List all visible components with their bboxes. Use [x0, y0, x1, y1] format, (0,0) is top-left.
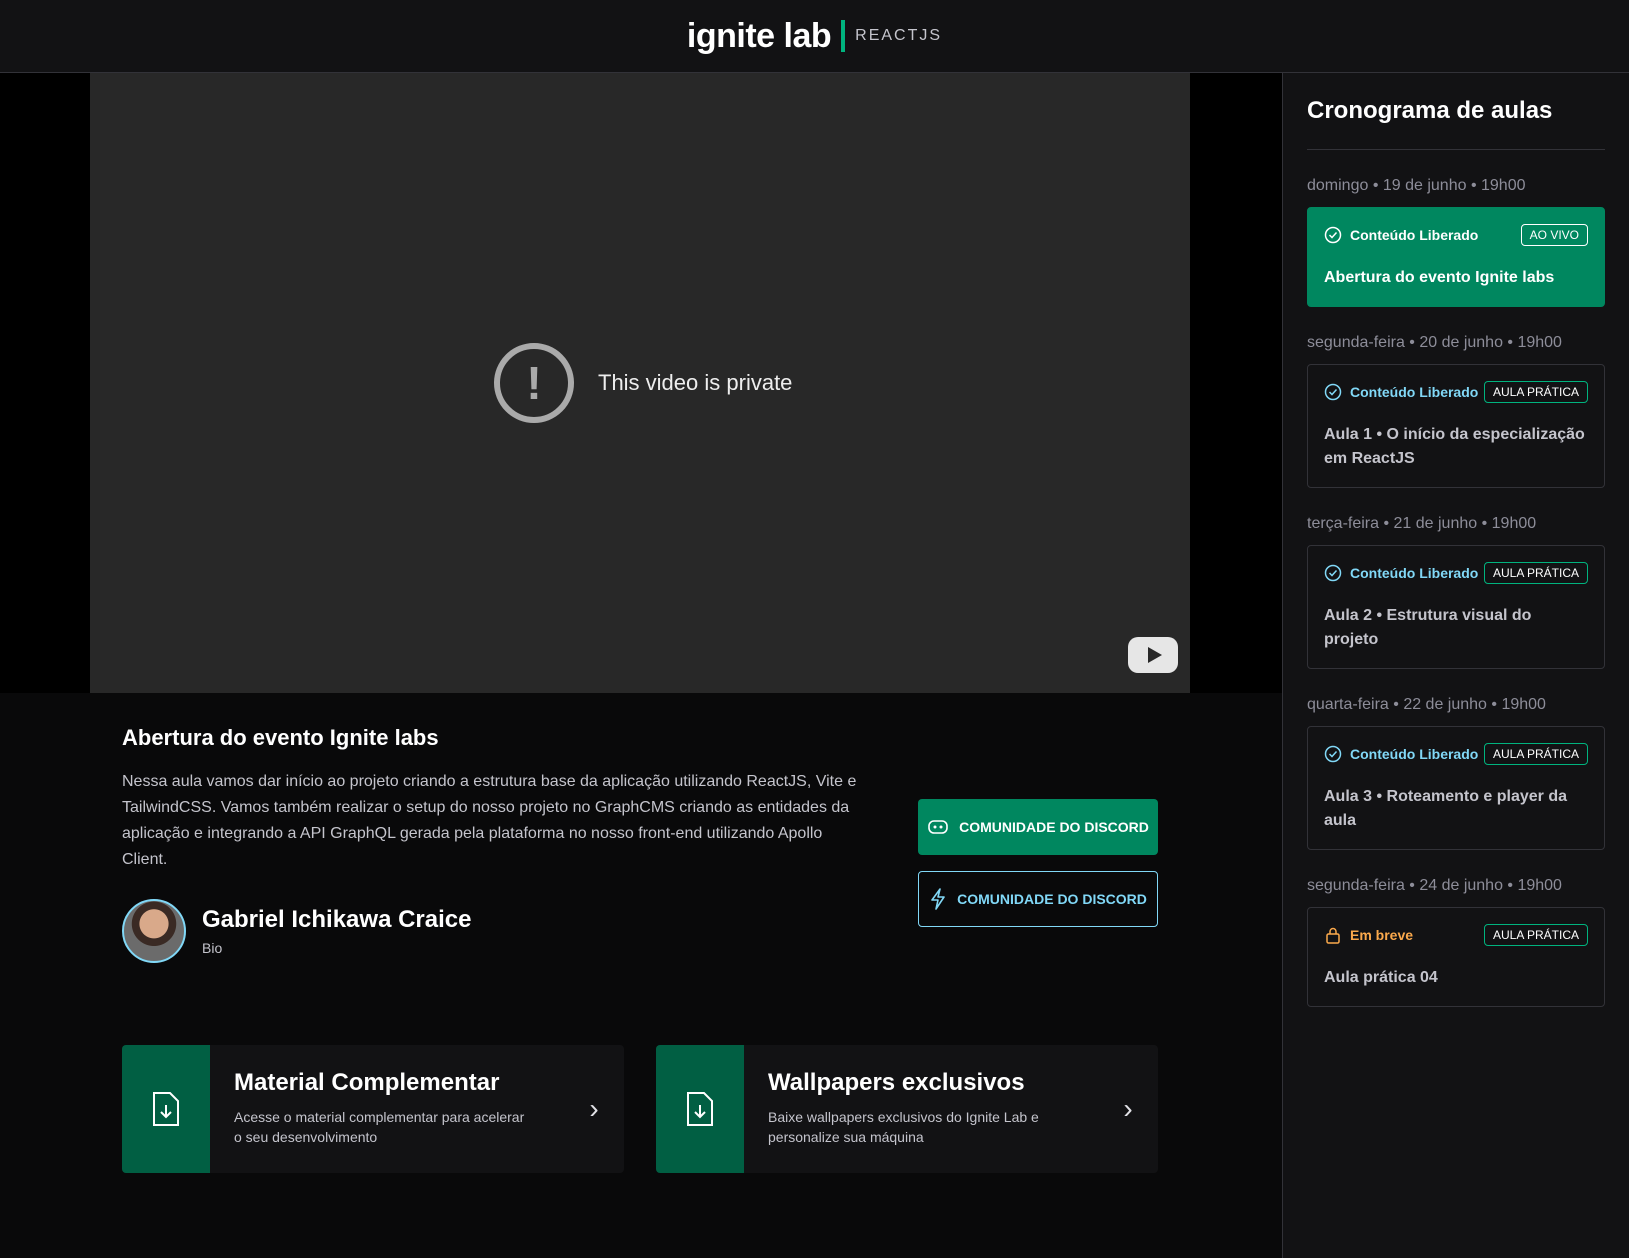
lesson-item-aula-2[interactable]: Conteúdo Liberado AULA PRÁTICA Aula 2 • …: [1307, 545, 1605, 669]
chevron-right-icon: ›: [1123, 1093, 1133, 1124]
resource-cards: Material Complementar Acesse o material …: [122, 1045, 1158, 1173]
check-circle-icon: [1324, 745, 1342, 763]
lesson-item-title: Abertura do evento Ignite labs: [1324, 269, 1555, 286]
check-circle-icon: [1324, 564, 1342, 582]
alert-icon: !: [494, 343, 574, 423]
teacher-name: Gabriel Ichikawa Craice: [202, 906, 472, 933]
card-title: Material Complementar: [234, 1069, 500, 1096]
sidebar-title: Cronograma de aulas: [1307, 97, 1605, 150]
chevron-right-icon: ›: [589, 1093, 599, 1124]
lesson-title: Abertura do evento Ignite labs: [122, 725, 439, 750]
video-player[interactable]: ! This video is private: [90, 73, 1190, 693]
lesson-status-label: Conteúdo Liberado: [1350, 227, 1479, 243]
video-area: ! This video is private: [0, 73, 1282, 693]
lesson-tag: AULA PRÁTICA: [1483, 562, 1588, 584]
lightning-icon: [929, 888, 947, 910]
lesson-item-aula-3[interactable]: Conteúdo Liberado AULA PRÁTICA Aula 3 • …: [1307, 726, 1605, 850]
logo-divider: [841, 20, 846, 52]
card-description: Acesse o material complementar para acel…: [234, 1109, 525, 1145]
lesson-date: terça-feira • 21 de junho • 19h00: [1307, 515, 1537, 532]
lesson-status-label: Em breve: [1350, 927, 1414, 943]
lesson-item-title: Aula 3 • Roteamento e player da aula: [1324, 788, 1568, 829]
lesson-item-abertura[interactable]: Conteúdo Liberado AO VIVO Abertura do ev…: [1307, 207, 1605, 307]
discord-icon: [927, 818, 949, 836]
wallpapers-card[interactable]: Wallpapers exclusivos Baixe wallpapers e…: [656, 1045, 1158, 1173]
logo[interactable]: ignite lab REACTJS: [687, 17, 942, 56]
lock-icon: [1326, 927, 1340, 944]
lesson-item-title: Aula 1 • O início da especialização em R…: [1324, 426, 1585, 467]
file-download-icon: [122, 1045, 210, 1173]
discord-button-label: COMUNIDADE DO DISCORD: [959, 819, 1149, 835]
lesson-status: Conteúdo Liberado: [1324, 564, 1478, 582]
lesson-status: Conteúdo Liberado: [1324, 745, 1478, 763]
lesson-description: Nessa aula vamos dar início ao projeto c…: [122, 773, 857, 868]
sidebar: Cronograma de aulas domingo • 19 de junh…: [1282, 73, 1629, 1258]
material-card[interactable]: Material Complementar Acesse o material …: [122, 1045, 624, 1173]
lesson-status: Em breve: [1324, 926, 1413, 944]
lesson-status: Conteúdo Liberado: [1324, 383, 1478, 401]
lesson-actions: COMUNIDADE DO DISCORD COMUNIDADE DO DISC…: [918, 799, 1158, 927]
card-title: Wallpapers exclusivos: [768, 1069, 1025, 1096]
discord-outline-button-label: COMUNIDADE DO DISCORD: [957, 891, 1147, 907]
logo-text: ignite lab: [686, 16, 832, 55]
avatar: [122, 899, 186, 963]
lesson-status-label: Conteúdo Liberado: [1350, 384, 1479, 400]
lesson-item-title: Aula prática 04: [1324, 969, 1438, 986]
logo-subtitle: REACTJS: [855, 27, 943, 44]
youtube-play-icon[interactable]: [1128, 637, 1178, 673]
private-video-notice: ! This video is private: [494, 343, 792, 423]
lesson-tag: AULA PRÁTICA: [1483, 381, 1588, 403]
lesson-date: segunda-feira • 20 de junho • 19h00: [1307, 334, 1562, 351]
lesson-status: Conteúdo Liberado: [1324, 226, 1478, 244]
private-video-message: This video is private: [598, 370, 793, 395]
file-download-icon: [656, 1045, 744, 1173]
lesson-date: domingo • 19 de junho • 19h00: [1307, 177, 1526, 194]
lesson-item-title: Aula 2 • Estrutura visual do projeto: [1324, 607, 1532, 648]
lesson-date: segunda-feira • 24 de junho • 19h00: [1307, 877, 1562, 894]
lesson-status-label: Conteúdo Liberado: [1350, 565, 1479, 581]
discord-community-button[interactable]: COMUNIDADE DO DISCORD: [918, 799, 1158, 855]
lesson-tag: AO VIVO: [1520, 224, 1588, 246]
check-circle-icon: [1324, 226, 1342, 244]
lesson-status-label: Conteúdo Liberado: [1350, 746, 1479, 762]
lesson-date: quarta-feira • 22 de junho • 19h00: [1307, 696, 1546, 713]
discord-community-outline-button[interactable]: COMUNIDADE DO DISCORD: [918, 871, 1158, 927]
lesson-tag: AULA PRÁTICA: [1483, 743, 1588, 765]
card-description: Baixe wallpapers exclusivos do Ignite La…: [768, 1109, 1039, 1145]
lesson-item-pratica-04[interactable]: Em breve AULA PRÁTICA Aula prática 04: [1307, 907, 1605, 1007]
teacher-bio: Bio: [202, 940, 223, 956]
lesson-item-aula-1[interactable]: Conteúdo Liberado AULA PRÁTICA Aula 1 • …: [1307, 364, 1605, 488]
app-header: ignite lab REACTJS: [0, 0, 1629, 73]
check-circle-icon: [1324, 383, 1342, 401]
lesson-tag: AULA PRÁTICA: [1483, 924, 1588, 946]
